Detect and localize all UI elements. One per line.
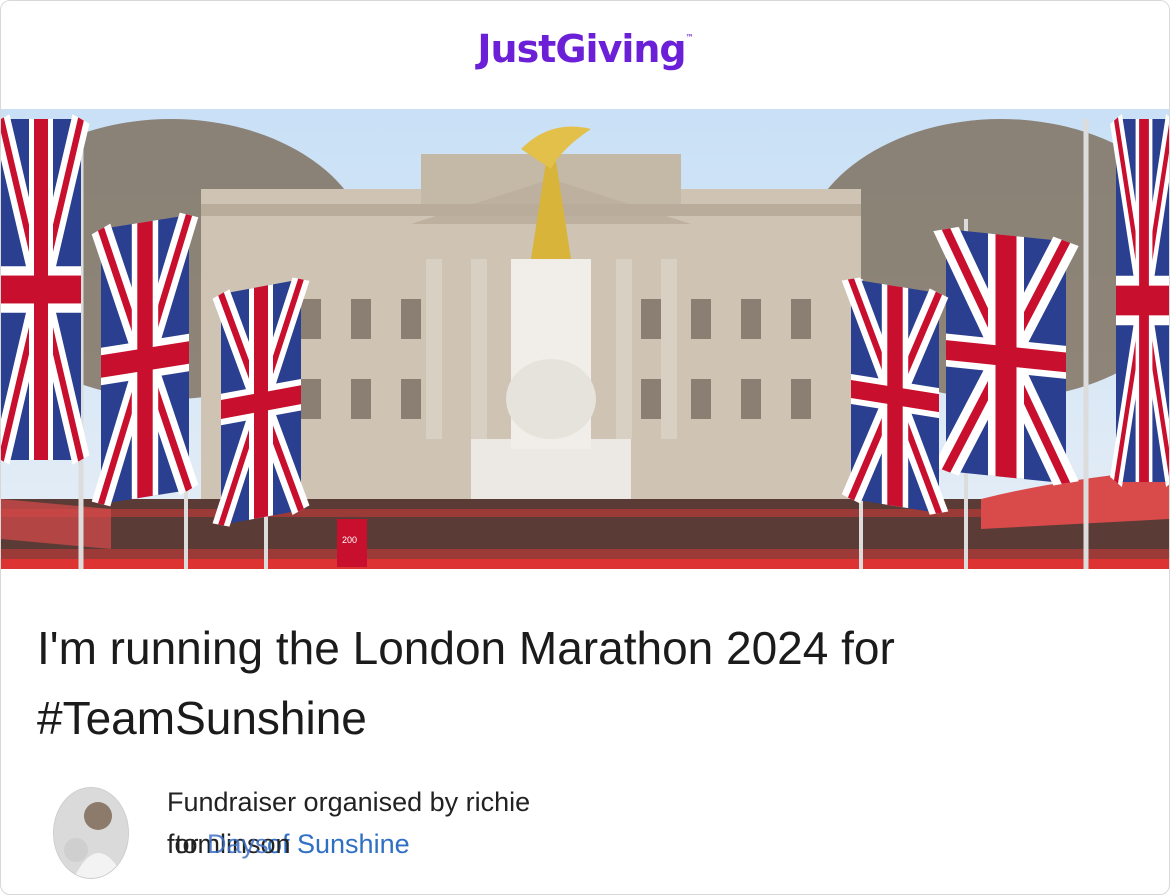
brand-header: JustGiving™ — [1, 1, 1169, 109]
organiser-info: Fundraiser organised by richie for tomli… — [167, 783, 530, 867]
organiser-line: Fundraiser organised by richie — [167, 787, 531, 817]
banner-200-label: 200 — [342, 535, 357, 545]
hero-illustration: 200 — [1, 109, 1169, 569]
overlap-days-text: Days — [207, 829, 269, 859]
avatar[interactable] — [53, 787, 129, 879]
justgiving-logo[interactable]: JustGiving™ — [1, 27, 1169, 71]
hero-image: 200 — [1, 109, 1169, 569]
charity-line: for tomlinson Days of Sunshine — [167, 825, 530, 867]
fundraiser-card: JustGiving™ 200 I'm running the London M… — [0, 0, 1170, 895]
organiser-row: Fundraiser organised by richie for tomli… — [53, 783, 1053, 883]
avatar-photo — [54, 788, 128, 878]
page-title: I'm running the London Marathon 2024 for… — [37, 622, 895, 744]
union-flag-1 — [1, 119, 81, 460]
